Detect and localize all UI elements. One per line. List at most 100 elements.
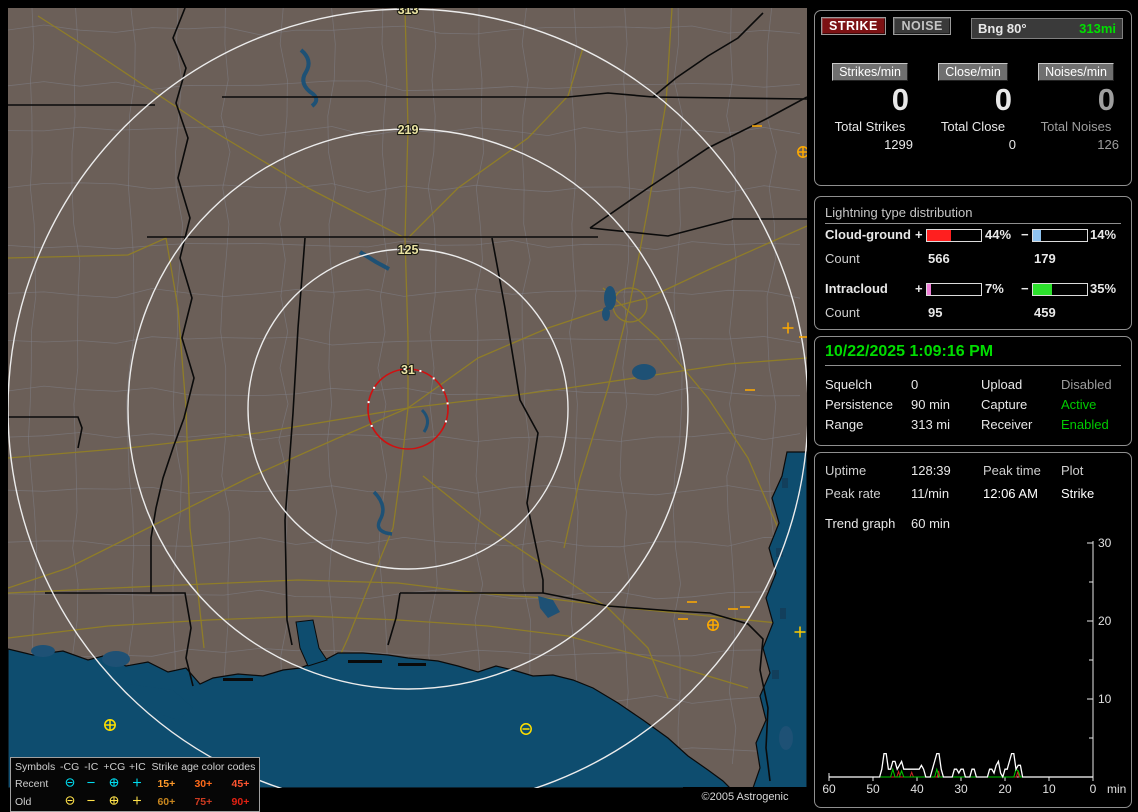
cg-count-label: Count — [825, 251, 860, 266]
legend-age-header: Strike age color codes — [148, 759, 259, 775]
lightning-map[interactable]: 31321912531 — [8, 8, 807, 788]
x-tick-10: 10 — [1042, 782, 1056, 796]
ring-label-313: 313 — [398, 8, 419, 17]
map-legend: Symbols -CG -IC +CG +IC Strike age color… — [10, 757, 260, 812]
strike-symbol--CG — [66, 779, 73, 786]
total-close-label: Total Close — [924, 119, 1022, 134]
map-canvas: 31321912531 — [8, 8, 807, 788]
lightning-distribution-panel: Lightning type distribution Cloud-ground… — [814, 196, 1132, 330]
strikes-per-min-value: 0 — [821, 83, 919, 117]
cg-minus-sign: − — [1021, 227, 1029, 242]
ic-negative-bar — [1032, 283, 1088, 296]
squelch-label: Squelch — [825, 377, 872, 392]
noise-dot — [442, 389, 444, 391]
ic-minus-sign: − — [1021, 281, 1029, 296]
strike-symbol-+CG — [105, 720, 116, 731]
age-code-30plus: 30+ — [185, 775, 222, 793]
legend-recent-pCG-icon — [102, 775, 127, 793]
intracloud-label: Intracloud — [825, 281, 888, 296]
noise-dot — [419, 370, 421, 372]
squelch-value: 0 — [911, 377, 918, 392]
ic-positive-pct: 7% — [985, 281, 1004, 296]
datetime-display: 10/22/2025 1:09:16 PM — [825, 343, 1121, 366]
x-tick-60: 60 — [822, 782, 836, 796]
noise-dot — [433, 377, 435, 379]
noise-dot — [371, 425, 373, 427]
strike-symbol-+CG — [110, 797, 118, 805]
x-axis-unit: min — [1107, 782, 1126, 796]
trend-graph: 6050403020100min302010 — [815, 453, 1131, 805]
cg-negative-bar — [1032, 229, 1088, 242]
persistence-label: Persistence — [825, 397, 893, 412]
cg-negative-pct: 14% — [1090, 227, 1116, 242]
strikes-per-min-column: Strikes/min 0 Total Strikes 1299 — [821, 63, 919, 152]
range-value: 313mi — [1079, 21, 1116, 36]
legend-col-pic: +IC — [127, 759, 148, 775]
ic-positive-count: 95 — [928, 305, 942, 320]
legend-recent-nCG-icon — [59, 775, 81, 793]
legend-row-label: Old — [11, 793, 59, 811]
age-code-75plus: 75+ — [185, 793, 222, 811]
noise-dot — [373, 387, 375, 389]
trend-series-ic-rate — [829, 771, 1093, 777]
x-tick-0: 0 — [1090, 782, 1097, 796]
receiver-label: Receiver — [981, 417, 1032, 432]
noise-dot — [404, 368, 406, 370]
legend-recent-nIC-icon — [81, 775, 102, 793]
ring-label-31: 31 — [401, 363, 415, 377]
strikes-per-min-button[interactable]: Strikes/min — [832, 63, 908, 81]
ic-count-label: Count — [825, 305, 860, 320]
cg-positive-bar — [926, 229, 982, 242]
trend-series-strike-rate — [829, 754, 1093, 777]
age-code-15plus: 15+ — [148, 775, 185, 793]
total-noises-value: 126 — [1027, 137, 1125, 152]
noise-dot — [445, 420, 447, 422]
strike-symbol-+CG — [110, 779, 118, 787]
ic-positive-bar — [926, 283, 982, 296]
legend-recent-pIC-icon — [127, 775, 148, 793]
total-strikes-value: 1299 — [821, 137, 919, 152]
legend-header-row: Symbols -CG -IC +CG +IC Strike age color… — [11, 759, 259, 775]
upload-label: Upload — [981, 377, 1022, 392]
ic-plus-sign: + — [915, 281, 923, 296]
legend-symbols-label: Symbols — [11, 759, 59, 775]
range-setting-value: 313 mi — [911, 417, 950, 432]
noises-per-min-button[interactable]: Noises/min — [1038, 63, 1114, 81]
close-per-min-button[interactable]: Close/min — [938, 63, 1008, 81]
noises-per-min-value: 0 — [1027, 83, 1125, 117]
strike-symbol-+CG — [708, 620, 719, 631]
y-tick-30: 30 — [1098, 536, 1112, 550]
cg-negative-count: 179 — [1034, 251, 1056, 266]
age-code-90plus: 90+ — [222, 793, 259, 811]
legend-old-nIC-icon — [81, 793, 102, 811]
persistence-value: 90 min — [911, 397, 950, 412]
capture-label: Capture — [981, 397, 1027, 412]
total-close-value: 0 — [924, 137, 1022, 152]
cloud-ground-label: Cloud-ground — [825, 227, 911, 242]
legend-col-pcg: +CG — [102, 759, 127, 775]
legend-col-nic: -IC — [81, 759, 102, 775]
strike-symbol-+IC — [133, 779, 141, 787]
status-panel: 10/22/2025 1:09:16 PM Squelch 0 Upload D… — [814, 336, 1132, 446]
age-code-60plus: 60+ — [148, 793, 185, 811]
strike-symbol--CG — [66, 797, 73, 804]
strike-counter-panel: STRIKE NOISE Bng 80° 313mi Strikes/min 0… — [814, 10, 1132, 186]
noise-toggle-button[interactable]: NOISE — [893, 17, 950, 35]
legend-old-row: Old 60+75+90+ — [11, 793, 259, 811]
receiver-status: Enabled — [1061, 417, 1109, 432]
strike-toggle-button[interactable]: STRIKE — [821, 17, 886, 35]
age-code-45plus: 45+ — [222, 775, 259, 793]
legend-old-nCG-icon — [59, 793, 81, 811]
x-tick-40: 40 — [910, 782, 924, 796]
close-per-min-column: Close/min 0 Total Close 0 — [924, 63, 1022, 152]
noise-dot — [368, 401, 370, 403]
capture-status: Active — [1061, 397, 1096, 412]
y-tick-10: 10 — [1098, 692, 1112, 706]
legend-row-label: Recent — [11, 775, 59, 793]
x-tick-30: 30 — [954, 782, 968, 796]
y-tick-20: 20 — [1098, 614, 1112, 628]
legend-recent-row: Recent 15+30+45+ — [11, 775, 259, 793]
x-tick-20: 20 — [998, 782, 1012, 796]
cg-positive-pct: 44% — [985, 227, 1011, 242]
total-strikes-label: Total Strikes — [821, 119, 919, 134]
